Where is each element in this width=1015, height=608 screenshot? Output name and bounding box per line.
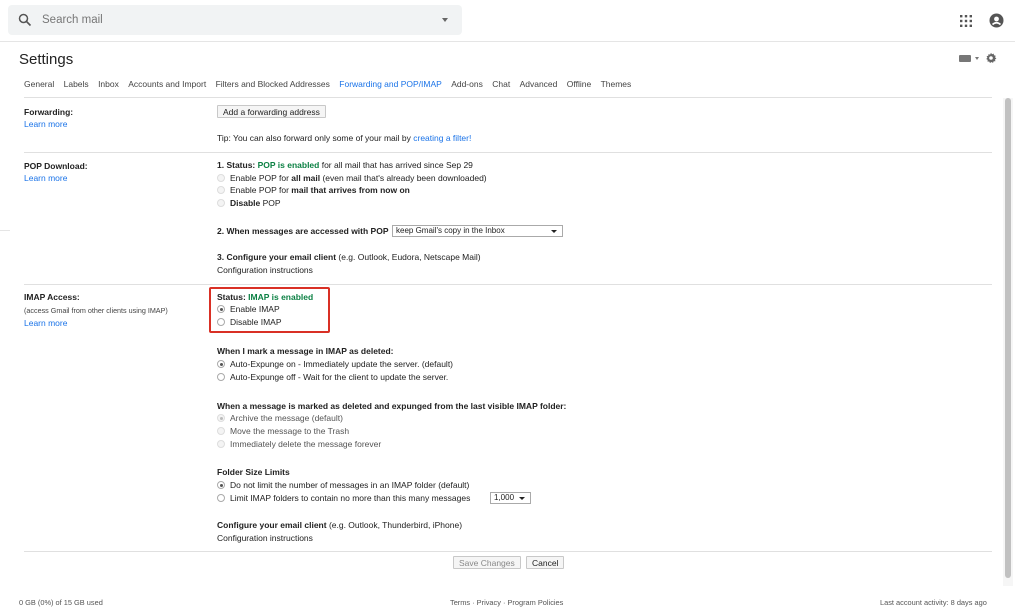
tab-general[interactable]: General	[24, 79, 54, 89]
keyboard-icon[interactable]	[959, 55, 971, 62]
save-changes-button[interactable]: Save Changes	[453, 556, 521, 569]
forwarding-label: Forwarding:	[24, 107, 74, 117]
pop-configure-client: 3. Configure your email client (e.g. Out…	[217, 252, 481, 262]
folder-size-limits-heading: Folder Size Limits	[217, 467, 290, 477]
tab-add-ons[interactable]: Add-ons	[451, 79, 483, 89]
pop-access-action-select[interactable]: keep Gmail's copy in the Inbox	[392, 225, 563, 237]
archive-message-radio[interactable]	[217, 414, 225, 422]
imap-access-label: IMAP Access:	[24, 292, 80, 302]
pop-from-now-label: Enable POP for mail that arrives from no…	[230, 185, 410, 195]
apps-grid-icon[interactable]	[960, 15, 972, 27]
enable-imap-label: Enable IMAP	[230, 304, 280, 314]
delete-forever-radio[interactable]	[217, 440, 225, 448]
tab-inbox[interactable]: Inbox	[98, 79, 119, 89]
tab-accounts-and-import[interactable]: Accounts and Import	[128, 79, 206, 89]
tab-filters[interactable]: Filters and Blocked Addresses	[216, 79, 330, 89]
move-to-trash-radio[interactable]	[217, 427, 225, 435]
move-to-trash-label: Move the message to the Trash	[230, 426, 350, 436]
chevron-down-icon	[551, 229, 557, 233]
pop-all-mail-label: Enable POP for all mail (even mail that'…	[230, 173, 487, 183]
add-forwarding-address-button[interactable]: Add a forwarding address	[217, 105, 326, 118]
top-bar: Search mail	[0, 0, 1015, 42]
limit-folders-label: Limit IMAP folders to contain no more th…	[230, 493, 471, 503]
auto-expunge-on-label: Auto-Expunge on - Immediately update the…	[230, 359, 454, 369]
auto-expunge-on-radio[interactable]	[217, 360, 225, 368]
imap-access-description: (access Gmail from other clients using I…	[24, 306, 168, 315]
search-box[interactable]: Search mail	[8, 5, 462, 35]
pop-status: 1. Status: POP is enabled for all mail t…	[217, 160, 473, 170]
section-divider	[24, 551, 992, 552]
pop-status-value: POP is enabled	[257, 160, 320, 170]
disable-imap-radio[interactable]	[217, 318, 225, 326]
pop-configuration-instructions-link[interactable]: Configuration instructions	[217, 265, 313, 275]
disable-imap-label: Disable IMAP	[230, 317, 282, 327]
chevron-down-icon	[519, 496, 525, 500]
cancel-button[interactable]: Cancel	[526, 556, 565, 569]
gear-icon[interactable]	[985, 52, 997, 64]
imap-status: Status: IMAP is enabled	[217, 292, 313, 302]
tabs-divider	[24, 97, 992, 98]
no-limit-label: Do not limit the number of messages in a…	[230, 480, 470, 490]
tab-labels[interactable]: Labels	[64, 79, 89, 89]
section-divider	[24, 284, 992, 285]
pop-disable-radio[interactable]	[217, 199, 225, 207]
auto-expunge-off-label: Auto-Expunge off - Wait for the client t…	[230, 372, 449, 382]
pop-learn-more-link[interactable]: Learn more	[24, 173, 67, 183]
tab-forwarding-pop-imap[interactable]: Forwarding and POP/IMAP	[339, 79, 442, 89]
imap-status-prefix: Status:	[217, 292, 249, 302]
archive-message-label: Archive the message (default)	[230, 413, 343, 423]
divider	[0, 230, 10, 231]
search-options-icon[interactable]	[442, 18, 448, 22]
imap-expunged-heading: When a message is marked as deleted and …	[217, 401, 567, 411]
auto-expunge-off-radio[interactable]	[217, 373, 225, 381]
create-filter-link[interactable]: creating a filter!	[413, 133, 471, 143]
pop-disable-label: Disable POP	[230, 198, 281, 208]
account-avatar-icon[interactable]	[989, 13, 1004, 28]
forwarding-tip-text: Tip: You can also forward only some of y…	[217, 133, 414, 143]
imap-status-value: IMAP is enabled	[248, 292, 314, 302]
footer-links[interactable]: Terms · Privacy · Program Policies	[450, 598, 563, 607]
pop-from-now-radio[interactable]	[217, 186, 225, 194]
no-limit-radio[interactable]	[217, 481, 225, 489]
pop-when-accessed-label: 2. When messages are accessed with POP	[217, 226, 389, 236]
pop-status-prefix: 1. Status:	[217, 160, 258, 170]
forwarding-learn-more-link[interactable]: Learn more	[24, 119, 67, 129]
pop-status-suffix: for all mail that has arrived since Sep …	[319, 160, 473, 170]
scrollbar-thumb[interactable]	[1005, 98, 1011, 578]
limit-folders-radio[interactable]	[217, 494, 225, 502]
tab-advanced[interactable]: Advanced	[520, 79, 558, 89]
forwarding-tip: Tip: You can also forward only some of y…	[217, 133, 471, 143]
enable-imap-radio[interactable]	[217, 305, 225, 313]
settings-tabs: General Labels Inbox Accounts and Import…	[24, 79, 638, 91]
pop-download-label: POP Download:	[24, 161, 88, 171]
section-divider	[24, 152, 992, 153]
tab-offline[interactable]: Offline	[567, 79, 591, 89]
page-title: Settings	[19, 51, 74, 68]
delete-forever-label: Immediately delete the message forever	[230, 439, 382, 449]
last-account-activity[interactable]: Last account activity: 8 days ago	[880, 598, 987, 607]
imap-configure-client: Configure your email client (e.g. Outloo…	[217, 520, 463, 530]
imap-configuration-instructions-link[interactable]: Configuration instructions	[217, 533, 313, 543]
input-tools-dropdown-icon[interactable]	[975, 57, 979, 60]
imap-learn-more-link[interactable]: Learn more	[24, 318, 67, 328]
pop-all-mail-radio[interactable]	[217, 174, 225, 182]
imap-deleted-heading: When I mark a message in IMAP as deleted…	[217, 346, 394, 356]
storage-usage: 0 GB (0%) of 15 GB used	[19, 598, 103, 607]
tab-chat[interactable]: Chat	[492, 79, 510, 89]
search-input[interactable]: Search mail	[42, 14, 103, 26]
search-icon[interactable]	[18, 13, 32, 27]
folder-limit-select[interactable]: 1,000	[490, 492, 531, 504]
tab-themes[interactable]: Themes	[601, 79, 632, 89]
